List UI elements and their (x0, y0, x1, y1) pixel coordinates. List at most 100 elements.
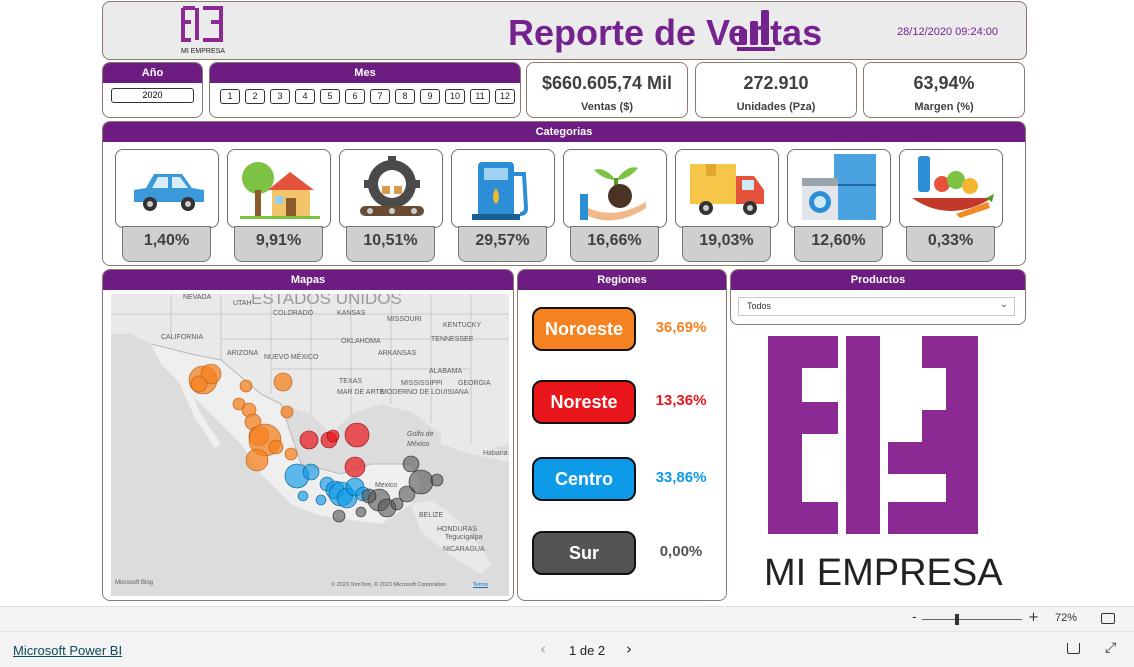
map-label: ARIZONA (227, 350, 259, 357)
zoom-slider-thumb[interactable] (955, 614, 959, 625)
month-button[interactable]: 8 (395, 89, 415, 104)
chevron-down-icon: ⌄ (999, 299, 1008, 310)
map-label: KANSAS (337, 310, 366, 317)
report-datetime: 28/12/2020 09:24:00 (897, 26, 998, 38)
map-label: ALABAMA (429, 368, 463, 375)
region-noroeste-button[interactable]: Noroeste (532, 307, 636, 351)
month-button[interactable]: 11 (470, 89, 490, 104)
report-header: MI EMPRESA Reporte de Ventas 28/12/2020 … (102, 1, 1027, 60)
category-industry-pct: 10,51% (346, 226, 435, 262)
year-dropdown[interactable]: 2020 (111, 88, 194, 103)
map-label: TEXAS (339, 378, 362, 385)
map-label: ARKANSAS (378, 350, 417, 357)
kpi-sales-value: $660.605,74 Mil (541, 73, 673, 93)
zoom-slider[interactable] (922, 614, 1022, 625)
logo-small-text: MI EMPRESA (181, 48, 225, 55)
previous-page-icon[interactable]: ‹ (540, 640, 546, 658)
map-label: MISSISSIPPI (401, 380, 443, 387)
month-button[interactable]: 4 (295, 89, 315, 104)
month-filter-title: Mes (210, 63, 520, 83)
fuel-pump-icon (472, 162, 529, 220)
map-terms-link[interactable]: Terms (473, 582, 488, 588)
kpi-sales-label: Ventas ($) (581, 101, 633, 113)
factory-gear-icon (360, 156, 424, 216)
category-transport-tile[interactable] (675, 149, 779, 228)
region-centro-button[interactable]: Centro (532, 457, 636, 501)
category-agro-tile[interactable] (563, 149, 667, 228)
map-panel: Mapas ESTADOS UNIDOS NEVADA UTAH COLORAD… (102, 269, 514, 601)
region-noroeste-pct: 36,69% (655, 319, 707, 336)
company-logo-small: MI EMPRESA (177, 4, 229, 59)
category-car-tile[interactable] (115, 149, 219, 228)
regions-panel: Regiones Noroeste 36,69% Noreste 13,36% … (517, 269, 727, 601)
fit-to-page-icon[interactable] (1101, 613, 1115, 624)
map-label: BELIZE (419, 512, 444, 519)
category-fuel-pct: 29,57% (458, 226, 547, 262)
bottom-bar: Microsoft Power BI ‹ 1 de 2 › ⤢ (0, 631, 1134, 667)
category-fuel-tile[interactable] (451, 149, 555, 228)
zoom-bar: - + 72% (0, 606, 1134, 631)
products-dropdown[interactable]: Todos ⌄ (738, 297, 1015, 316)
kpi-margin-label: Margen (%) (914, 101, 974, 113)
map-label: CALIFORNIA (161, 334, 204, 341)
region-sur-pct: 0,00% (659, 543, 703, 560)
month-button[interactable]: 9 (420, 89, 440, 104)
map-bing-logo: Microsoft Bing (115, 580, 154, 586)
map-canvas[interactable]: ESTADOS UNIDOS NEVADA UTAH COLORADO KANS… (111, 294, 509, 596)
map-label: UTAH (233, 300, 252, 307)
fullscreen-icon[interactable]: ⤢ (1105, 640, 1116, 656)
house-tree-icon (240, 162, 320, 219)
month-button[interactable]: 3 (270, 89, 290, 104)
month-button[interactable]: 12 (495, 89, 515, 104)
map-label: MODERNO DE LOUISIANA (381, 389, 469, 396)
company-logo-large: MI EMPRESA (750, 330, 1010, 596)
map-label: COLORADO (273, 310, 314, 317)
category-food-tile[interactable] (899, 149, 1003, 228)
map-label: OKLAHOMA (341, 338, 381, 345)
month-button[interactable]: 5 (320, 89, 340, 104)
category-transport-pct: 19,03% (682, 226, 771, 262)
region-noreste-pct: 13,36% (655, 392, 707, 409)
map-title: Mapas (103, 270, 513, 290)
share-icon[interactable] (1067, 643, 1080, 654)
groceries-icon (912, 156, 994, 218)
map-label: Tegucigalpa (445, 534, 483, 541)
map-label: MISSOURI (387, 316, 422, 323)
month-button[interactable]: 6 (345, 89, 365, 104)
month-button[interactable]: 2 (245, 89, 265, 104)
month-button[interactable]: 1 (220, 89, 240, 104)
map-label: Golfo de México (407, 431, 434, 448)
region-sur-button[interactable]: Sur (532, 531, 636, 575)
map-label: NUEVO MÉXICO (264, 354, 319, 361)
year-filter-title: Año (103, 63, 202, 83)
next-page-icon[interactable]: › (626, 640, 632, 658)
kpi-units-label: Unidades (Pza) (736, 101, 816, 113)
category-house-tile[interactable] (227, 149, 331, 228)
category-car-pct: 1,40% (122, 226, 211, 262)
category-appliances-pct: 12,60% (794, 226, 883, 262)
logo-mark-large-icon (768, 336, 978, 534)
appliances-icon (802, 154, 876, 220)
zoom-in-button[interactable]: + (1028, 610, 1039, 625)
kpi-margin: 63,94% Margen (%) (863, 62, 1025, 118)
zoom-level: 72% (1055, 612, 1078, 624)
map-label: GEORGIA (458, 380, 491, 387)
page-indicator: 1 de 2 (569, 643, 606, 658)
products-selected: Todos (747, 301, 772, 311)
category-industry-tile[interactable] (339, 149, 443, 228)
map-label: MAR DE ARTE (337, 389, 385, 396)
categories-title: Categorias (103, 122, 1025, 142)
logo-large-text: MI EMPRESA (764, 552, 1003, 594)
month-button[interactable]: 7 (370, 89, 390, 104)
map-label: Habana (483, 450, 508, 457)
category-agro-pct: 16,66% (570, 226, 659, 262)
month-button[interactable]: 10 (445, 89, 465, 104)
bar-chart-icon (735, 7, 777, 55)
categories-panel: Categorias 1,40% 9,91% 10,51% 29,57% 16,… (102, 121, 1026, 266)
power-bi-link[interactable]: Microsoft Power BI (13, 643, 122, 658)
zoom-out-button[interactable]: - (912, 610, 917, 625)
region-noreste-button[interactable]: Noreste (532, 380, 636, 424)
month-filter: Mes 1 2 3 4 5 6 7 8 9 10 11 12 (209, 62, 521, 118)
car-icon (134, 174, 204, 211)
category-appliances-tile[interactable] (787, 149, 891, 228)
